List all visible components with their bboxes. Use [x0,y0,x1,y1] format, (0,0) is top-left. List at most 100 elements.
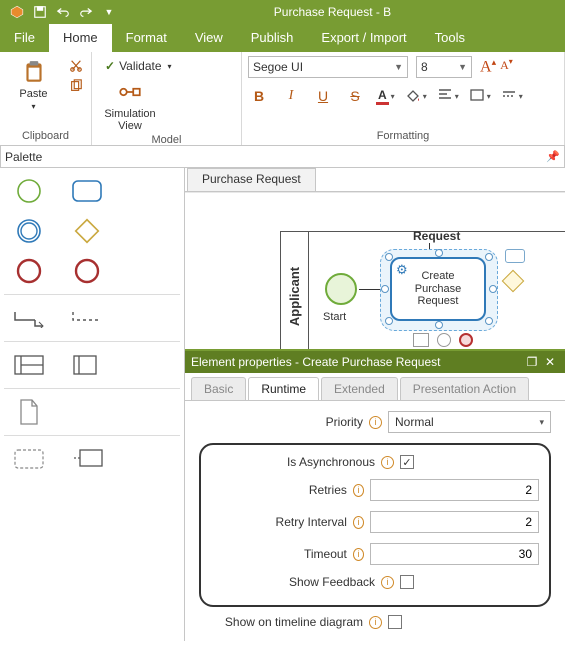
help-icon[interactable]: i [381,456,394,469]
resize-handle[interactable] [485,317,493,325]
copy-icon[interactable] [67,78,85,94]
shape-lane[interactable] [70,352,104,378]
field-show-feedback: Show Feedback i [211,575,539,589]
resize-handle[interactable] [435,321,443,329]
bold-button[interactable]: B [248,86,270,106]
resize-handle[interactable] [435,249,443,257]
timeline-checkbox[interactable] [388,615,402,629]
qat-dropdown-icon[interactable]: ▼ [98,2,120,22]
field-async: Is Asynchronous i ✓ [211,455,539,469]
start-event-label: Start [323,311,346,323]
undo-icon[interactable] [52,2,74,22]
palette-panel [0,168,185,641]
context-add-data[interactable] [413,333,429,347]
shape-gateway[interactable] [70,218,104,244]
chevron-down-icon: ▼ [394,62,403,72]
font-size-value: 8 [421,60,428,74]
validate-button[interactable]: ✓ Validate ▾ [98,56,179,76]
tab-file[interactable]: File [0,24,49,52]
resize-handle[interactable] [385,317,393,325]
tab-publish[interactable]: Publish [237,24,308,52]
tab-extended[interactable]: Extended [321,377,398,400]
tab-runtime[interactable]: Runtime [248,377,319,400]
help-icon[interactable]: i [369,416,382,429]
font-color-button[interactable]: A▾ [376,88,395,105]
help-icon[interactable]: i [381,576,394,589]
simulation-view-button[interactable]: Simulation View [98,76,162,132]
priority-label: Priority [199,415,369,429]
tab-view[interactable]: View [181,24,237,52]
chevron-down-icon: ▼ [458,62,467,72]
line-style-button[interactable]: ▾ [501,88,523,105]
border-button[interactable]: ▾ [469,88,491,105]
tab-home[interactable]: Home [49,24,112,52]
save-icon[interactable] [29,2,51,22]
close-icon[interactable]: ✕ [541,355,559,369]
tab-presentation-action[interactable]: Presentation Action [400,377,529,400]
resize-handle[interactable] [385,253,393,261]
title-bar: ▼ Purchase Request - B [0,0,565,24]
shape-terminate-event[interactable] [70,258,104,284]
cut-icon[interactable] [67,58,85,74]
fill-color-button[interactable]: ▾ [405,87,427,106]
task-create-purchase-request[interactable]: ⚙ Create Purchase Request [390,257,486,321]
doc-tab-purchase-request[interactable]: Purchase Request [187,168,316,191]
element-properties-panel: Element properties - Create Purchase Req… [185,349,565,641]
help-icon[interactable]: i [353,516,364,529]
simulation-label: Simulation View [98,108,162,132]
resize-handle[interactable] [381,285,389,293]
shape-start-event[interactable] [12,178,46,204]
shape-data-object[interactable] [12,399,46,425]
async-checkbox[interactable]: ✓ [400,455,414,469]
context-add-task[interactable] [505,249,525,263]
increase-font-icon[interactable]: A▴ [480,57,496,76]
resize-handle[interactable] [489,285,497,293]
request-label: Request [413,229,460,243]
async-group: Is Asynchronous i ✓ Retries i Retry Inte… [199,443,551,607]
font-family-combo[interactable]: Segoe UI ▼ [248,56,408,78]
font-size-combo[interactable]: 8 ▼ [416,56,472,78]
field-timeline: Show on timeline diagram i [199,615,551,629]
shape-end-event[interactable] [12,258,46,284]
retry-interval-input[interactable] [370,511,539,533]
help-icon[interactable]: i [353,484,364,497]
field-retry-interval: Retry Interval i [211,511,539,533]
context-add-event[interactable] [437,333,451,347]
tab-export[interactable]: Export / Import [307,24,420,52]
shape-pool[interactable] [12,352,46,378]
context-add-end[interactable] [459,333,473,347]
restore-icon[interactable]: ❐ [523,355,541,369]
timeout-input[interactable] [370,543,539,565]
paste-button[interactable]: Paste▾ [6,56,61,112]
start-event[interactable] [325,273,357,305]
align-button[interactable]: ▾ [437,88,459,105]
underline-button[interactable]: U [312,86,334,106]
pin-icon[interactable]: 📌 [546,150,560,163]
retries-label: Retries [211,483,353,497]
resize-handle[interactable] [485,253,493,261]
tab-format[interactable]: Format [112,24,181,52]
italic-button[interactable]: I [280,86,302,106]
tab-tools[interactable]: Tools [421,24,479,52]
shape-intermediate-event[interactable] [12,218,46,244]
shape-association[interactable] [70,305,104,331]
shape-annotation[interactable] [70,446,104,472]
ribbon-tabs: File Home Format View Publish Export / I… [0,24,565,52]
priority-select[interactable]: Normal ▾ [388,411,551,433]
app-icon[interactable] [6,2,28,22]
help-icon[interactable]: i [353,548,364,561]
shape-task[interactable] [70,178,104,204]
redo-icon[interactable] [75,2,97,22]
strike-button[interactable]: S [344,86,366,106]
field-retries: Retries i [211,479,539,501]
show-feedback-checkbox[interactable] [400,575,414,589]
clipboard-group-label: Clipboard [6,128,85,145]
shape-sequence-flow[interactable] [12,305,46,331]
lane-header[interactable]: Applicant [281,232,309,360]
retries-input[interactable] [370,479,539,501]
tab-basic[interactable]: Basic [191,377,246,400]
shape-group[interactable] [12,446,46,472]
retry-interval-label: Retry Interval [211,515,353,529]
help-icon[interactable]: i [369,616,382,629]
decrease-font-icon[interactable]: A▾ [500,57,513,76]
